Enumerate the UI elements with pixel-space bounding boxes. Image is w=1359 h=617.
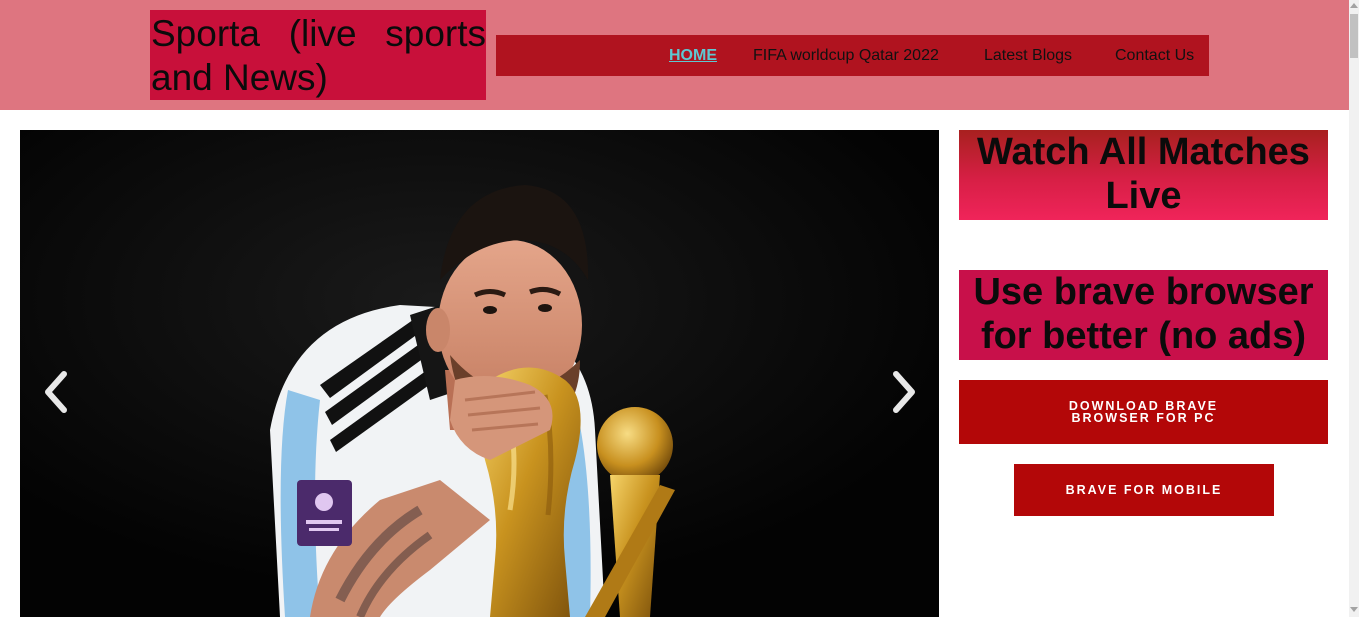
nav-item-latest-blogs[interactable]: Latest Blogs bbox=[984, 35, 1072, 76]
watch-live-heading: Watch All Matches Live bbox=[959, 130, 1328, 220]
page-scrollbar[interactable] bbox=[1349, 0, 1359, 617]
nav-item-home[interactable]: HOME bbox=[669, 35, 717, 76]
brave-browser-heading: Use brave browser for better (no ads) bbox=[959, 270, 1328, 360]
main-nav: HOME FIFA worldcup Qatar 2022 Latest Blo… bbox=[496, 35, 1209, 76]
brave-mobile-button[interactable]: BRAVE FOR MOBILE bbox=[1014, 464, 1274, 516]
image-slider[interactable] bbox=[20, 130, 939, 617]
chevron-left-icon[interactable] bbox=[42, 370, 72, 414]
chevron-right-icon[interactable] bbox=[888, 370, 918, 414]
download-brave-pc-button[interactable]: DOWNLOAD BRAVE BROWSER FOR PC bbox=[959, 380, 1328, 444]
slide-image bbox=[20, 130, 939, 617]
nav-item-fifa-worldcup[interactable]: FIFA worldcup Qatar 2022 bbox=[753, 35, 939, 76]
nav-item-contact-us[interactable]: Contact Us bbox=[1115, 35, 1194, 76]
site-header: Sporta (live sports and News) HOME FIFA … bbox=[0, 0, 1349, 110]
scroll-up-arrow-icon[interactable] bbox=[1350, 3, 1358, 8]
site-title[interactable]: Sporta (live sports and News) bbox=[150, 10, 486, 100]
scroll-thumb[interactable] bbox=[1350, 14, 1358, 58]
scroll-down-arrow-icon[interactable] bbox=[1350, 607, 1358, 612]
